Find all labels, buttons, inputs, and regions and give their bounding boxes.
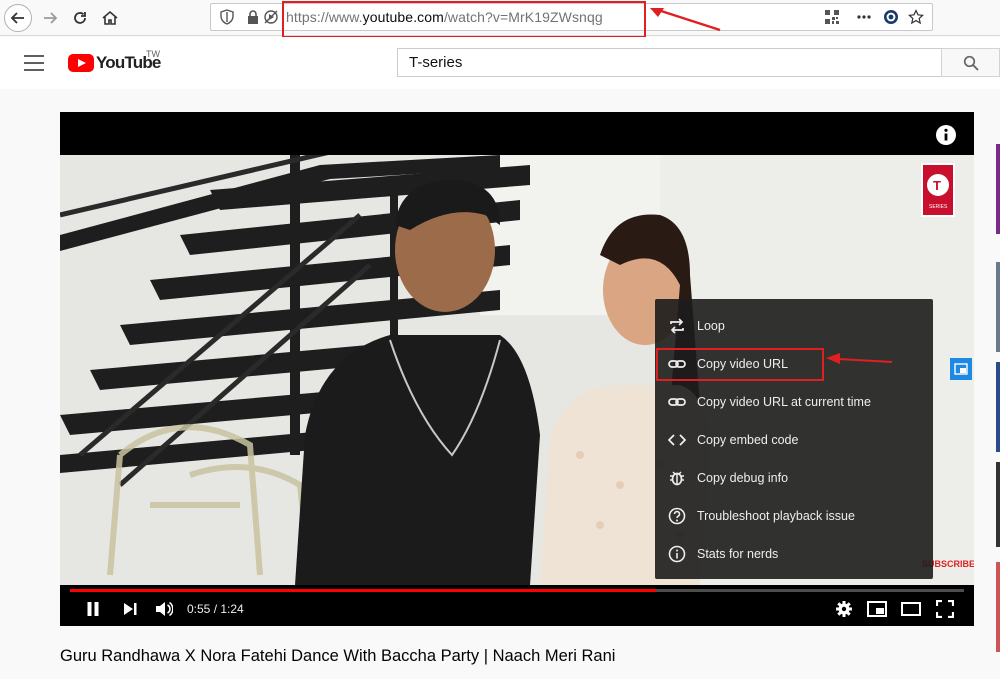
url-annotation-box xyxy=(282,1,646,38)
info-circle-icon xyxy=(667,544,687,564)
progress-bar[interactable] xyxy=(70,589,964,592)
bug-icon xyxy=(667,468,687,488)
skip-next-icon xyxy=(124,603,137,615)
menu-item-copy-debug-info[interactable]: Copy debug info xyxy=(655,459,933,497)
fullscreen-icon xyxy=(936,600,954,618)
pause-icon xyxy=(87,602,99,616)
video-player[interactable]: T SERIES SUBSCRIBE Loop Copy video URL C… xyxy=(60,112,974,626)
volume-icon xyxy=(156,601,173,617)
annotation-arrow-copy-url xyxy=(826,353,893,364)
youtube-play-logo-icon xyxy=(68,54,94,72)
search-input[interactable]: T-series xyxy=(397,48,941,77)
menu-item-label: Copy video URL at current time xyxy=(697,395,871,409)
tseries-badge-text: SERIES xyxy=(929,204,948,210)
reload-button[interactable] xyxy=(66,4,94,32)
settings-button[interactable] xyxy=(834,599,854,619)
more-actions-icon[interactable] xyxy=(856,9,872,25)
gear-icon xyxy=(836,601,852,617)
next-button[interactable] xyxy=(120,599,140,619)
hamburger-menu-icon[interactable] xyxy=(24,55,44,71)
menu-item-loop[interactable]: Loop xyxy=(655,307,933,345)
help-circle-icon xyxy=(667,506,687,526)
qr-code-icon[interactable] xyxy=(824,9,840,25)
menu-item-label: Copy debug info xyxy=(697,471,789,485)
menu-item-label: Copy embed code xyxy=(697,433,799,447)
embed-code-icon xyxy=(667,430,687,450)
menu-item-label: Stats for nerds xyxy=(697,547,779,561)
info-icon[interactable] xyxy=(935,124,957,146)
back-button[interactable] xyxy=(4,4,32,32)
youtube-logo[interactable]: YouTube TW xyxy=(68,49,161,74)
context-menu: Loop Copy video URL Copy video URL at cu… xyxy=(655,299,933,579)
copy-url-annotation-box xyxy=(656,348,824,381)
miniplayer-icon xyxy=(867,601,887,617)
link-icon xyxy=(667,392,687,412)
annotation-arrow-url xyxy=(650,8,721,32)
arrow-right-icon xyxy=(44,12,58,24)
search-icon xyxy=(963,55,979,71)
video-title: Guru Randhawa X Nora Fatehi Dance With B… xyxy=(60,647,616,665)
menu-item-copy-video-url-at-time[interactable]: Copy video URL at current time xyxy=(655,383,933,421)
menu-item-stats-for-nerds[interactable]: Stats for nerds xyxy=(655,535,933,573)
progress-bar-played xyxy=(70,589,656,592)
youtube-masthead: YouTube TW T-series xyxy=(0,37,1000,89)
account-badge-icon[interactable] xyxy=(883,9,899,25)
pause-button[interactable] xyxy=(83,599,103,619)
lock-icon[interactable] xyxy=(245,9,261,25)
browser-toolbar: https://www.youtube.com/watch?v=MrK19ZWs… xyxy=(0,0,1000,38)
arrow-left-icon xyxy=(10,12,24,24)
mute-button[interactable] xyxy=(154,599,174,619)
menu-item-troubleshoot[interactable]: Troubleshoot playback issue xyxy=(655,497,933,535)
theater-mode-icon xyxy=(901,602,921,616)
menu-item-copy-embed-code[interactable]: Copy embed code xyxy=(655,421,933,459)
home-button[interactable] xyxy=(96,4,124,32)
svg-text:T: T xyxy=(933,178,941,193)
time-display: 0:55 / 1:24 xyxy=(187,602,244,616)
menu-item-label: Troubleshoot playback issue xyxy=(697,509,855,523)
sidebar-thumbnail-strip[interactable] xyxy=(996,112,1000,679)
menu-item-label: Loop xyxy=(697,319,725,333)
miniplayer-button[interactable] xyxy=(867,599,887,619)
home-icon xyxy=(102,10,118,25)
search-button[interactable] xyxy=(941,48,1000,77)
youtube-logo-tm: TW xyxy=(146,49,160,59)
reload-icon xyxy=(74,12,86,24)
picture-in-picture-button[interactable] xyxy=(950,358,972,380)
fullscreen-button[interactable] xyxy=(935,599,955,619)
picture-in-picture-icon xyxy=(954,363,968,375)
shield-icon[interactable] xyxy=(219,9,235,25)
autoplay-blocked-icon[interactable] xyxy=(263,9,279,25)
search-input-value: T-series xyxy=(409,54,463,71)
forward-button[interactable] xyxy=(36,4,64,32)
bookmark-star-icon[interactable] xyxy=(908,9,924,25)
loop-icon xyxy=(667,316,687,336)
theater-mode-button[interactable] xyxy=(901,599,921,619)
